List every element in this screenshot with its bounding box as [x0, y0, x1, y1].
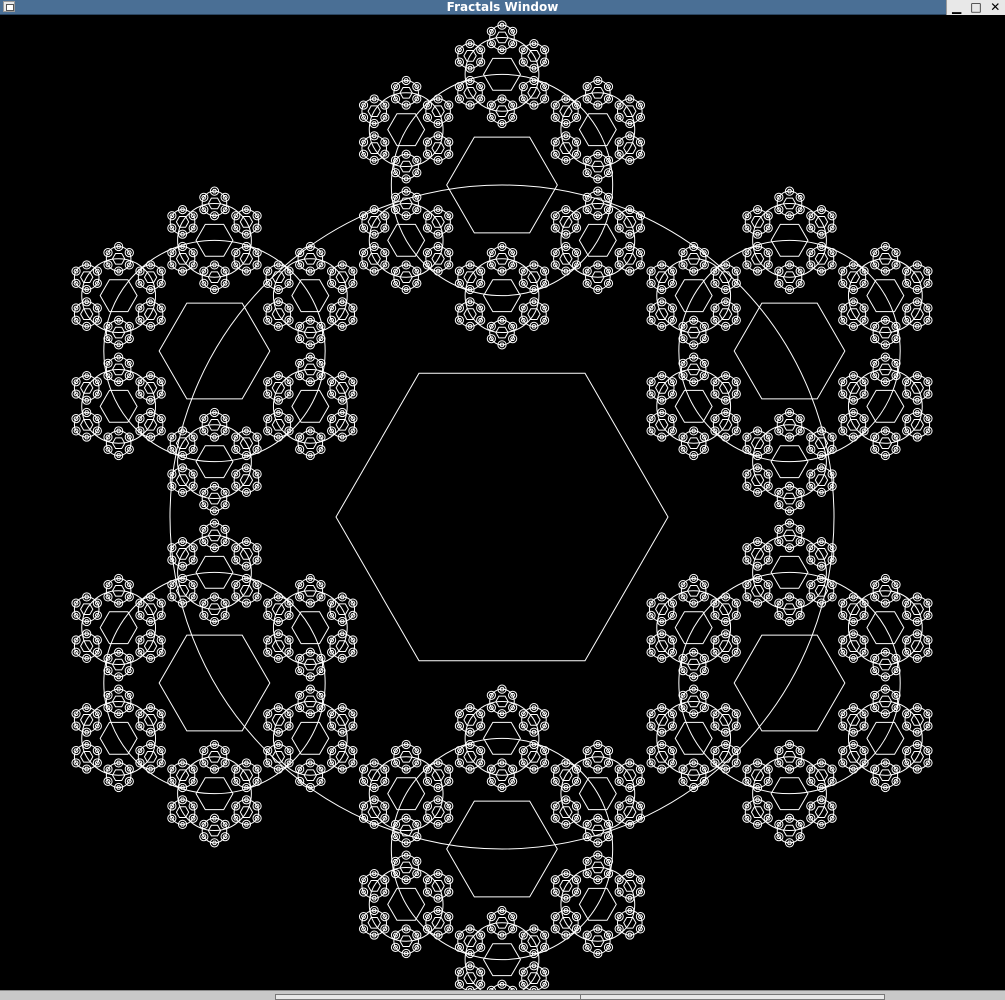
fractals-window: Fractals Window ▁ □ ✕: [0, 0, 1005, 1000]
close-button[interactable]: ✕: [987, 1, 1003, 14]
canvas-background: [3, 17, 1003, 990]
minimize-button[interactable]: ▁: [949, 1, 965, 14]
window-controls: ▁ □ ✕: [946, 0, 1005, 15]
maximize-button[interactable]: □: [968, 1, 984, 14]
title-bar[interactable]: Fractals Window ▁ □ ✕: [0, 0, 1005, 15]
bottom-scrollbar[interactable]: [0, 990, 1005, 1000]
scrollbar-grip: [580, 994, 581, 1000]
fractal-drawing: [3, 17, 1003, 990]
window-title: Fractals Window: [446, 0, 559, 14]
fractal-canvas-area[interactable]: [3, 17, 1003, 990]
